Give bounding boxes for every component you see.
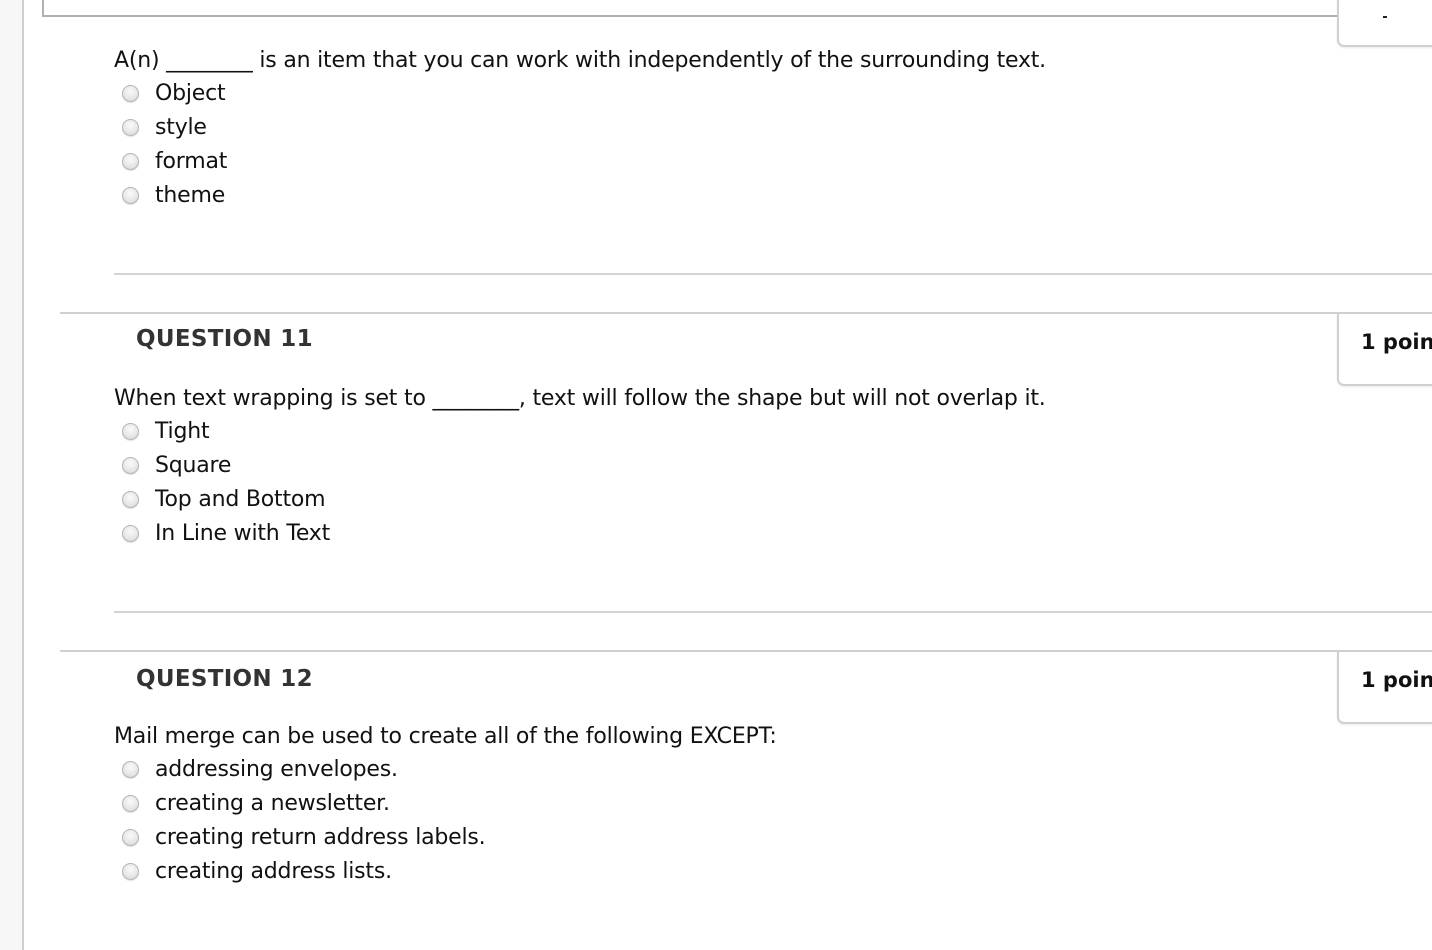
radio-button[interactable] <box>122 456 139 474</box>
radio-button[interactable] <box>122 524 139 542</box>
option-label[interactable]: Object <box>155 81 226 106</box>
option-label[interactable]: Square <box>155 453 231 478</box>
radio-button[interactable] <box>122 186 139 204</box>
radio-button[interactable] <box>122 862 139 880</box>
option-label[interactable]: In Line with Text <box>155 521 330 546</box>
points-badge: 1 point <box>1337 314 1432 386</box>
question-separator <box>114 273 1432 275</box>
answer-option[interactable]: Square <box>122 450 231 480</box>
left-sidebar-strip <box>0 0 24 950</box>
answer-option[interactable]: Top and Bottom <box>122 484 326 514</box>
radio-button[interactable] <box>122 828 139 846</box>
option-label[interactable]: creating a newsletter. <box>155 791 390 816</box>
answer-option[interactable]: creating address lists. <box>122 856 392 886</box>
option-label[interactable]: style <box>155 115 207 140</box>
answer-option[interactable]: style <box>122 112 207 142</box>
option-label[interactable]: creating address lists. <box>155 859 392 884</box>
points-badge: 1 point <box>1337 652 1432 724</box>
answer-option[interactable]: creating return address labels. <box>122 822 486 852</box>
question-number: QUESTION 12 <box>136 666 313 692</box>
question-header-border <box>60 312 1432 314</box>
radio-button[interactable] <box>122 794 139 812</box>
radio-button[interactable] <box>122 760 139 778</box>
question-text: Mail merge can be used to create all of … <box>114 724 777 749</box>
points-label: 1 point <box>1361 330 1432 354</box>
answer-option[interactable]: Object <box>122 78 226 108</box>
question-text: When text wrapping is set to ________, t… <box>114 386 1046 411</box>
option-label[interactable]: Tight <box>155 419 210 444</box>
answer-option[interactable]: addressing envelopes. <box>122 754 398 784</box>
answer-option[interactable]: theme <box>122 180 225 210</box>
radio-button[interactable] <box>122 422 139 440</box>
option-label[interactable]: Top and Bottom <box>155 487 326 512</box>
previous-question-box <box>42 0 1432 17</box>
points-label: 1 point <box>1361 668 1432 692</box>
radio-button[interactable] <box>122 84 139 102</box>
question-separator <box>114 611 1432 613</box>
option-label[interactable]: addressing envelopes. <box>155 757 398 782</box>
previous-points-badge <box>1337 0 1432 47</box>
badge-text-fragment <box>1383 16 1387 18</box>
question-number: QUESTION 11 <box>136 326 313 352</box>
answer-option[interactable]: creating a newsletter. <box>122 788 390 818</box>
answer-option[interactable]: In Line with Text <box>122 518 330 548</box>
radio-button[interactable] <box>122 152 139 170</box>
answer-option[interactable]: Tight <box>122 416 210 446</box>
option-label[interactable]: format <box>155 149 227 174</box>
option-label[interactable]: theme <box>155 183 225 208</box>
radio-button[interactable] <box>122 118 139 136</box>
question-header-border <box>60 650 1432 652</box>
answer-option[interactable]: format <box>122 146 227 176</box>
radio-button[interactable] <box>122 490 139 508</box>
option-label[interactable]: creating return address labels. <box>155 825 486 850</box>
question-text: A(n) ________ is an item that you can wo… <box>114 48 1046 73</box>
